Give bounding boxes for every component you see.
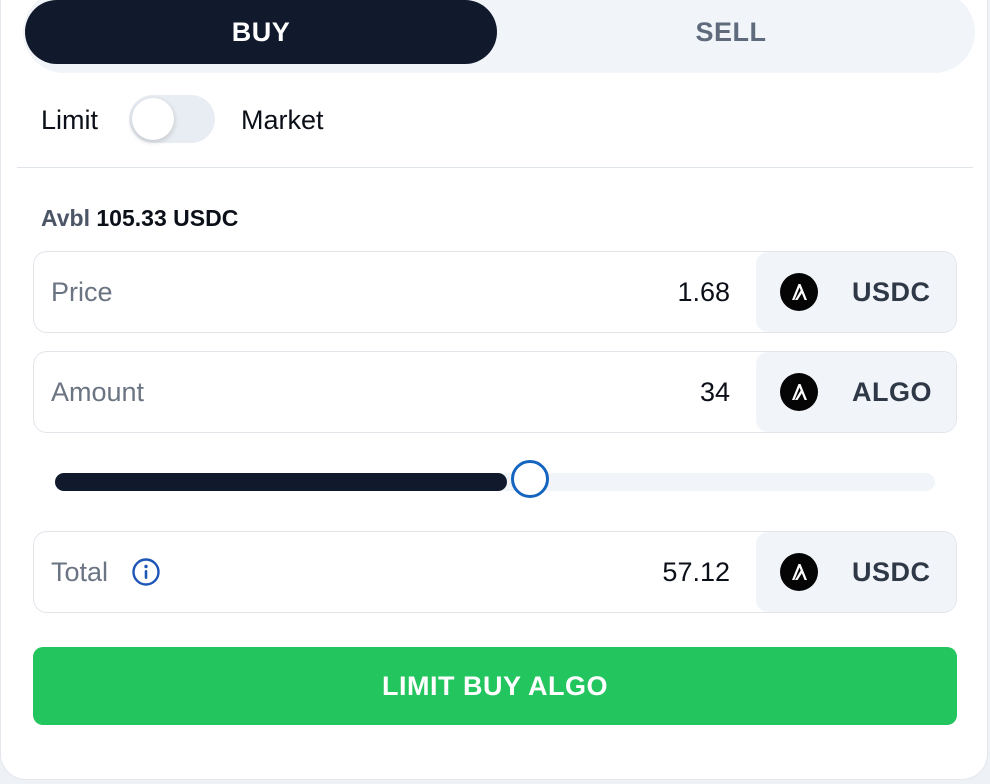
info-icon[interactable] — [131, 557, 161, 587]
algorand-logo-icon — [780, 553, 818, 591]
available-label: Avbl — [41, 205, 90, 231]
limit-label[interactable]: Limit — [41, 105, 98, 136]
available-balance: Avbl 105.33 USDC — [41, 205, 238, 232]
price-unit-label: USDC — [852, 277, 931, 307]
tab-sell[interactable]: SELL — [495, 0, 967, 64]
price-input[interactable]: 1.68 — [677, 277, 730, 308]
amount-label: Amount — [51, 377, 145, 407]
total-unit-label: USDC — [852, 557, 931, 587]
amount-unit-label: ALGO — [852, 377, 932, 407]
amount-slider[interactable] — [55, 460, 935, 498]
total-unit-selector[interactable]: USDC — [756, 532, 956, 612]
total-label: Total — [51, 557, 109, 587]
price-label: Price — [51, 277, 113, 307]
slider-fill — [55, 473, 508, 491]
slider-thumb[interactable] — [511, 460, 550, 498]
toggle-knob — [132, 98, 174, 140]
algorand-logo-icon — [780, 273, 818, 311]
available-value: 105.33 USDC — [96, 205, 239, 231]
tab-buy[interactable]: BUY — [25, 0, 497, 64]
price-unit-selector[interactable]: USDC — [756, 252, 956, 332]
total-field[interactable]: Total 57.12 USDC — [33, 531, 957, 613]
algorand-logo-icon — [780, 373, 818, 411]
price-field[interactable]: Price 1.68 USDC — [33, 251, 957, 333]
trade-panel: BUY SELL Limit Market Avbl 105.33 USDC P… — [0, 0, 988, 780]
market-label[interactable]: Market — [241, 105, 324, 136]
order-type-switch: Limit Market — [41, 95, 441, 145]
divider — [17, 167, 973, 168]
buy-sell-tabs: BUY SELL — [23, 0, 975, 73]
order-type-toggle[interactable] — [129, 95, 215, 143]
amount-field[interactable]: Amount 34 ALGO — [33, 351, 957, 433]
amount-unit-selector[interactable]: ALGO — [756, 352, 956, 432]
limit-buy-button[interactable]: LIMIT BUY ALGO — [33, 647, 957, 725]
total-input[interactable]: 57.12 — [662, 557, 730, 588]
amount-input[interactable]: 34 — [700, 377, 730, 408]
